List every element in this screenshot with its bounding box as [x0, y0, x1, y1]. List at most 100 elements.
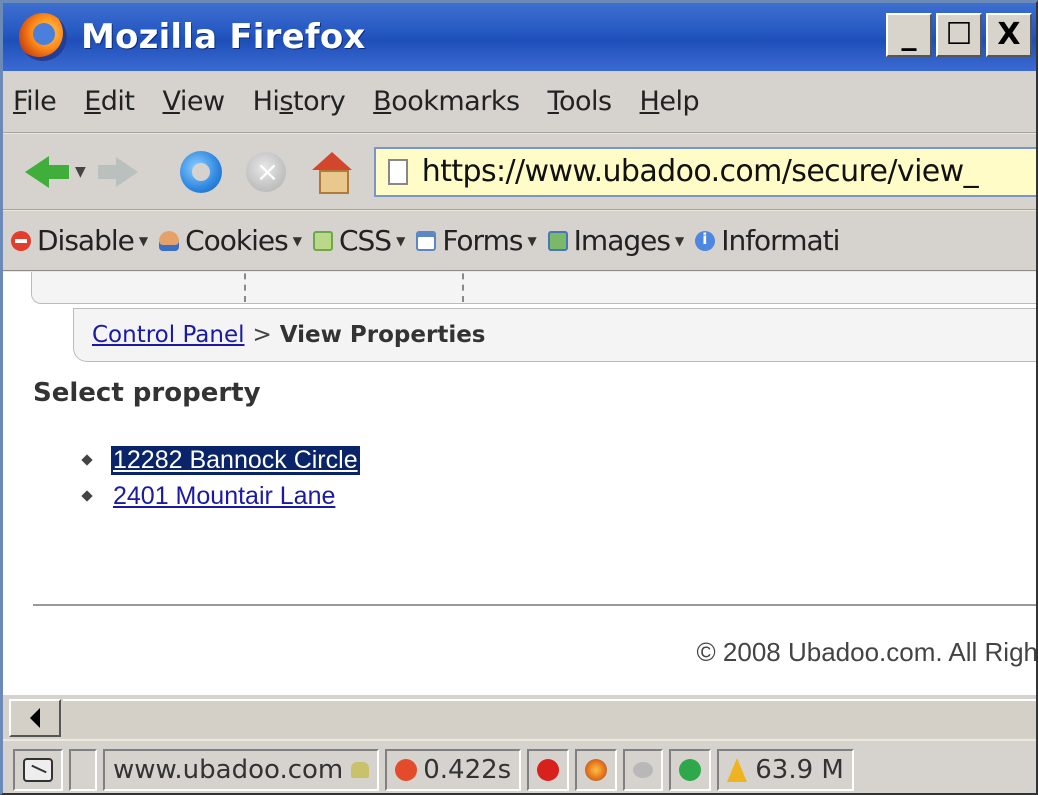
window-title: Mozilla Firefox — [81, 17, 366, 57]
menu-history-accel: s — [279, 86, 293, 117]
devbar-disable[interactable]: Disable ▼ — [11, 224, 148, 257]
scroll-track[interactable] — [63, 699, 1036, 737]
devbar-cookies-label: Cookies — [185, 224, 289, 257]
title-bar[interactable]: Mozilla Firefox _ ☐ X — [3, 3, 1036, 71]
menu-edit-rest: dit — [100, 86, 135, 117]
url-text[interactable]: https://www.ubadoo.com/secure/view_ — [422, 154, 979, 189]
bullet-icon — [81, 454, 93, 466]
status-yslow-panel[interactable]: 0.422s — [385, 748, 522, 791]
status-empty-panel — [69, 748, 97, 791]
stop-icon[interactable] — [245, 151, 286, 192]
forms-icon — [416, 230, 437, 251]
devbar-forms[interactable]: Forms ▼ — [416, 224, 537, 257]
breadcrumb-separator: > — [252, 322, 272, 348]
mask-icon — [633, 761, 654, 778]
devbar-forms-label: Forms — [442, 224, 523, 257]
breadcrumb-control-panel-link[interactable]: Control Panel — [92, 322, 245, 348]
status-bar: www.ubadoo.com 0.422s 63.9 M — [3, 741, 1036, 793]
menu-history-pre: Hi — [252, 86, 280, 117]
images-icon — [547, 230, 568, 251]
devbar-disable-label: Disable — [37, 224, 135, 257]
disable-icon — [11, 230, 31, 251]
back-dropdown-icon[interactable]: ▼ — [75, 164, 86, 180]
menu-view-accel: V — [162, 86, 181, 117]
status-domain-panel[interactable]: www.ubadoo.com — [103, 748, 380, 791]
home-icon[interactable] — [311, 151, 352, 194]
close-button[interactable]: X — [986, 13, 1032, 57]
reload-icon[interactable] — [179, 150, 222, 193]
minimize-button[interactable]: _ — [886, 13, 932, 57]
information-icon — [695, 230, 716, 251]
menu-file-rest: ile — [26, 86, 57, 117]
firebug-icon — [537, 758, 560, 781]
breadcrumb: Control Panel > View Properties — [73, 308, 1036, 362]
menu-history-rest: tory — [292, 86, 346, 117]
devbar-information[interactable]: Informati — [695, 224, 840, 257]
menu-bookmarks-rest: ookmarks — [391, 86, 520, 117]
menu-tools-rest: ools — [558, 86, 612, 117]
bullet-icon — [81, 490, 93, 502]
status-resize-panel[interactable] — [13, 748, 63, 791]
devbar-images[interactable]: Images ▼ — [547, 224, 684, 257]
browser-window: Mozilla Firefox _ ☐ X File Edit View His… — [0, 0, 1038, 795]
devbar-css-label: CSS — [338, 224, 392, 257]
status-firebug-panel[interactable] — [527, 748, 570, 791]
devbar-images-label: Images — [573, 224, 671, 257]
status-mask-panel[interactable] — [623, 748, 664, 791]
status-firefox-panel[interactable] — [575, 748, 618, 791]
window-controls: _ ☐ X — [886, 13, 1032, 57]
page-title: Select property — [33, 378, 261, 408]
chevron-down-icon: ▼ — [138, 233, 148, 248]
page-icon — [387, 158, 408, 185]
tab-divider — [462, 272, 464, 302]
chevron-down-icon: ▼ — [292, 233, 302, 248]
forward-arrow-icon[interactable] — [97, 155, 138, 189]
status-memory-panel[interactable]: 63.9 M — [717, 748, 854, 791]
window-resize-icon — [23, 757, 53, 782]
menu-bookmarks[interactable]: Bookmarks — [373, 86, 520, 117]
chevron-down-icon: ▼ — [527, 233, 536, 248]
menu-history[interactable]: History — [253, 86, 346, 117]
menu-edit-accel: E — [84, 86, 101, 117]
menu-view[interactable]: View — [162, 86, 226, 117]
menu-help[interactable]: Help — [640, 86, 700, 117]
firefox-logo-icon — [19, 13, 67, 61]
cookies-icon — [159, 230, 180, 251]
menu-help-accel: H — [639, 86, 660, 117]
tab-divider — [244, 272, 246, 302]
menu-bookmarks-accel: B — [373, 86, 392, 117]
devbar-css[interactable]: CSS ▼ — [312, 224, 405, 257]
menu-edit[interactable]: Edit — [84, 86, 135, 117]
menu-help-rest: elp — [659, 86, 700, 117]
menu-file[interactable]: File — [13, 86, 57, 117]
horizontal-scrollbar[interactable] — [3, 693, 1036, 739]
devbar-cookies[interactable]: Cookies ▼ — [159, 224, 302, 257]
css-icon — [312, 230, 333, 251]
copyright-footer: © 2008 Ubadoo.com. All Righ — [696, 637, 1038, 667]
lightning-icon — [727, 757, 748, 782]
devbar-information-label: Informati — [721, 224, 840, 257]
lock-icon[interactable] — [351, 761, 370, 778]
status-domain: www.ubadoo.com — [113, 754, 344, 785]
maximize-button[interactable]: ☐ — [936, 13, 982, 57]
property-link-mountair[interactable]: 2401 Mountair Lane — [111, 482, 337, 511]
back-arrow-icon[interactable] — [25, 154, 69, 190]
yslow-icon — [395, 758, 418, 781]
firefox-icon — [585, 758, 608, 781]
breadcrumb-current: View Properties — [279, 322, 486, 348]
check-icon — [679, 758, 702, 781]
site-nav-tabs — [31, 272, 1036, 304]
menu-view-rest: iew — [179, 86, 225, 117]
list-item: 12282 Bannock Circle — [81, 442, 360, 478]
menu-tools[interactable]: Tools — [547, 86, 613, 117]
menu-bar: File Edit View History Bookmarks Tools H… — [3, 71, 1036, 133]
menu-tools-accel: T — [547, 86, 560, 117]
status-load-time: 0.422s — [423, 754, 512, 785]
web-developer-toolbar: Disable▼ Cookies▼ CSS▼ Forms▼ Images▼ In… — [3, 211, 1036, 271]
url-bar[interactable]: https://www.ubadoo.com/secure/view_ — [373, 146, 1036, 197]
scroll-left-button[interactable] — [9, 699, 61, 737]
footer-divider — [33, 604, 1036, 606]
status-memory: 63.9 M — [755, 754, 844, 785]
property-link-bannock[interactable]: 12282 Bannock Circle — [111, 445, 360, 475]
status-check-panel[interactable] — [669, 748, 712, 791]
